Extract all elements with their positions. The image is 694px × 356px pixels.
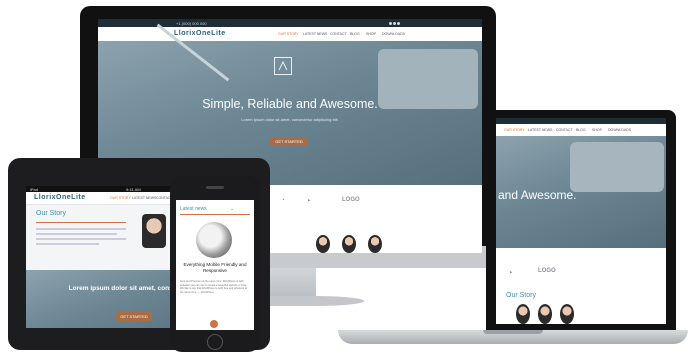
nav-downloads[interactable]: DOWNLOADS (382, 32, 405, 36)
laptop-nav-shop[interactable]: SHOP (592, 128, 602, 132)
tablet-nav-latest-news[interactable]: LATEST NEWS (132, 196, 156, 200)
phone-home-button[interactable] (207, 334, 223, 350)
laptop-nav-contact[interactable]: CONTACT (556, 128, 573, 132)
social-icons (388, 21, 400, 26)
tablet-get-started-button[interactable]: GET STARTED (116, 312, 152, 321)
partner-logo-4: LOGO (342, 197, 360, 203)
phone-number: +1 (000) 000 000 (176, 21, 207, 26)
site-navbar: LlorixOneLite OUR STORY LATEST NEWS CONT… (98, 27, 482, 42)
phone-speaker (206, 186, 224, 189)
phone-title-underline (180, 214, 250, 215)
partner-logo-3: ▶ (308, 198, 311, 202)
laptop-nav-blog[interactable]: BLOG (576, 128, 586, 132)
tablet-title-underline (36, 222, 126, 223)
laptop-nav-our-story[interactable]: OUR STORY (504, 128, 525, 132)
phone-section-title: Latest news (180, 206, 207, 212)
phone-screen: Latest news ⌄ Everything Mobile Friendly… (176, 200, 254, 330)
laptop-team-avatar-3 (560, 304, 574, 324)
hero-logo-icon (274, 57, 292, 75)
monitor-stand (264, 268, 316, 298)
team-avatar-2 (342, 235, 356, 253)
phone-pagination-dot[interactable] (210, 320, 218, 328)
laptop-decoration (378, 49, 478, 109)
laptop-partner-logo-2: LOGO (538, 268, 556, 274)
tablet-our-story-text: Our Story (36, 210, 66, 217)
laptop-nav-downloads[interactable]: DOWNLOADS (608, 128, 631, 132)
phone-article-title[interactable]: Everything Mobile Friendly and Responsiv… (178, 262, 252, 273)
team-avatar-1 (316, 235, 330, 253)
nav-blog[interactable]: BLOG (350, 32, 360, 36)
laptop-hero-title: and Awesome. (498, 188, 577, 202)
tablet-site-logo[interactable]: LlorixOneLite (34, 194, 86, 201)
laptop-partners: ▶ LOGO Our Story (496, 248, 666, 324)
laptop-screen: OUR STORY LATEST NEWS CONTACT BLOG SHOP … (496, 118, 666, 324)
nav-our-story[interactable]: OUR STORY (278, 32, 299, 36)
tablet-team-photo (142, 214, 166, 248)
tablet-story-text-lines (36, 228, 126, 245)
laptop-partner-logo-1: ▶ (510, 270, 513, 274)
nav-shop[interactable]: SHOP (366, 32, 376, 36)
team-avatar-3 (368, 235, 382, 253)
laptop-notch (483, 330, 543, 334)
nav-latest-news[interactable]: LATEST NEWS (303, 32, 327, 36)
laptop-hero: and Awesome. (496, 136, 666, 248)
hero-subtitle: Lorem ipsum dolor sit amet, consectetur … (241, 117, 339, 122)
nav-contact[interactable]: CONTACT (330, 32, 347, 36)
laptop-our-story-title: Our Story (506, 292, 536, 299)
phone-article-image (196, 222, 232, 258)
partner-logo-2: ▲ (282, 197, 285, 201)
laptop-nav-latest-news[interactable]: LATEST NEWS (528, 128, 552, 132)
tablet-nav-our-story[interactable]: OUR STORY (110, 196, 131, 200)
phone-article-excerpt: Free and Premium at the same time. WordP… (180, 280, 248, 294)
laptop-decoration (570, 142, 664, 192)
tablet-our-story-title: Our Story (36, 210, 66, 217)
facebook-icon[interactable] (389, 22, 392, 25)
site-logo[interactable]: LlorixOneLite (174, 30, 226, 37)
chevron-down-icon[interactable]: ⌄ (230, 206, 234, 212)
twitter-icon[interactable] (393, 22, 396, 25)
get-started-button[interactable]: GET STARTED (270, 137, 308, 146)
laptop-team-avatar-2 (538, 304, 552, 324)
linkedin-icon[interactable] (397, 22, 400, 25)
laptop-team-avatar-1 (516, 304, 530, 324)
